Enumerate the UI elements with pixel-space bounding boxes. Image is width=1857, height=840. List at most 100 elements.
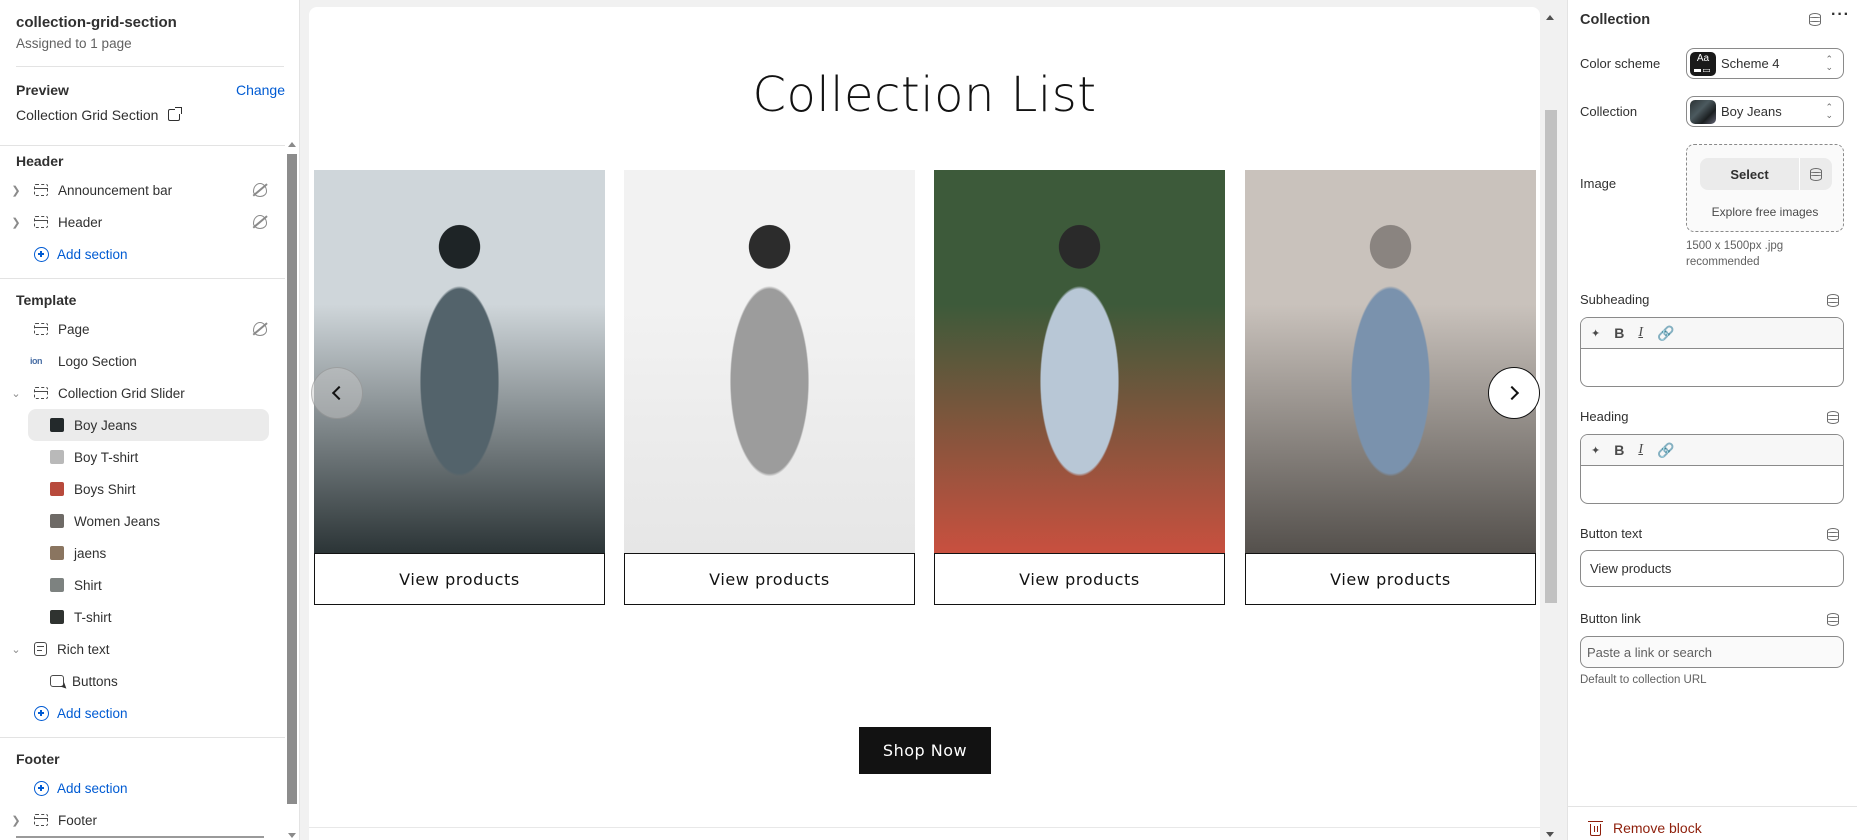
select-arrows-icon: ⌃ ⌄: [1825, 102, 1833, 120]
scroll-up-arrow-icon[interactable]: [288, 142, 296, 147]
add-section-header[interactable]: Add section: [0, 238, 285, 270]
block-item[interactable]: T-shirt: [0, 601, 285, 633]
eye-hidden-icon[interactable]: [253, 215, 267, 229]
section-logo[interactable]: ion Logo Section: [0, 345, 285, 377]
remove-block-button[interactable]: Remove block: [1588, 820, 1702, 836]
block-item[interactable]: Boy T-shirt: [0, 441, 285, 473]
section-header[interactable]: ❯ Header: [0, 206, 285, 238]
image-dynamic-source-button[interactable]: [1800, 158, 1832, 190]
section-label: Logo Section: [58, 353, 137, 369]
change-preview-link[interactable]: Change: [236, 82, 285, 98]
scroll-up-arrow-icon[interactable]: [1546, 15, 1554, 20]
button-link-note: Default to collection URL: [1580, 674, 1707, 686]
block-list: Boy Jeans Boy T-shirt Boys Shirt Women Jean…: [0, 409, 285, 633]
color-scheme-value: Scheme 4: [1721, 56, 1780, 71]
chevron-down-icon[interactable]: ⌄: [0, 643, 22, 656]
more-options-icon[interactable]: ···: [1831, 6, 1850, 24]
scroll-down-arrow-icon[interactable]: [288, 833, 296, 838]
scrollbar-thumb[interactable]: [287, 154, 297, 804]
button-link-input[interactable]: Paste a link or search: [1580, 636, 1844, 668]
section-announcement-bar[interactable]: ❯ Announcement bar: [0, 174, 285, 206]
slider-next-button[interactable]: [1488, 367, 1540, 419]
section-icon: [34, 323, 48, 335]
dynamic-source-icon[interactable]: [1827, 411, 1839, 424]
scroll-down-arrow-icon[interactable]: [1546, 832, 1554, 837]
plus-circle-icon: [34, 705, 49, 721]
view-products-button[interactable]: View products: [934, 553, 1225, 605]
block-buttons[interactable]: Buttons: [0, 665, 285, 697]
preview-page-link[interactable]: Collection Grid Section: [16, 107, 269, 123]
explore-free-images-link[interactable]: Explore free images: [1687, 205, 1843, 219]
view-products-button[interactable]: View products: [1245, 553, 1536, 605]
italic-icon[interactable]: I: [1638, 325, 1643, 341]
select-arrows-icon: ⌃ ⌄: [1825, 54, 1833, 72]
dynamic-source-icon[interactable]: [1827, 294, 1839, 307]
heading-content[interactable]: [1581, 466, 1843, 503]
add-section-footer[interactable]: Add section: [0, 772, 285, 804]
block-thumbnail: [50, 546, 64, 560]
heading-editor[interactable]: ✦ B I 🔗: [1580, 434, 1844, 504]
collection-image[interactable]: [624, 170, 915, 554]
block-item[interactable]: jaens: [0, 537, 285, 569]
image-select-group: Select: [1700, 158, 1832, 190]
section-rich-text[interactable]: ⌄ Rich text: [0, 633, 285, 665]
shop-now-button[interactable]: Shop Now: [859, 727, 991, 774]
block-item[interactable]: Women Jeans: [0, 505, 285, 537]
button-text-label: Button text: [1580, 526, 1643, 541]
preview-section: Preview Change Collection Grid Section: [0, 67, 285, 123]
block-item[interactable]: Boy Jeans: [28, 409, 269, 441]
block-item[interactable]: Boys Shirt: [0, 473, 285, 505]
section-page[interactable]: Page: [0, 313, 285, 345]
group-title-template: Template: [16, 292, 77, 308]
italic-icon[interactable]: I: [1638, 442, 1643, 458]
ai-sparkle-icon[interactable]: ✦: [1591, 444, 1600, 457]
collection-image[interactable]: [934, 170, 1225, 554]
collection-image[interactable]: [314, 170, 605, 554]
slider-prev-button[interactable]: [311, 367, 363, 419]
section-icon: [34, 216, 48, 228]
subheading-content[interactable]: [1581, 349, 1843, 386]
chevron-down-icon[interactable]: ⌄: [0, 387, 22, 400]
external-link-icon[interactable]: [168, 107, 183, 121]
button-text-input[interactable]: View products: [1580, 550, 1844, 587]
view-products-button[interactable]: View products: [314, 553, 605, 605]
eye-hidden-icon[interactable]: [253, 322, 267, 336]
sidebar-scrollbar[interactable]: [286, 140, 298, 840]
dynamic-source-icon[interactable]: [1827, 528, 1839, 541]
chevron-right-icon[interactable]: ❯: [0, 814, 22, 827]
section-footer[interactable]: ❯ Footer: [0, 804, 285, 836]
eye-hidden-icon[interactable]: [253, 183, 267, 197]
image-select-button[interactable]: Select: [1700, 158, 1800, 190]
preview-scrollbar[interactable]: [1543, 7, 1557, 840]
divider: [1568, 806, 1857, 807]
collection-image[interactable]: [1245, 170, 1536, 554]
chevron-right-icon: [1504, 385, 1520, 401]
bold-icon[interactable]: B: [1614, 442, 1624, 458]
dynamic-source-icon[interactable]: [1809, 13, 1821, 26]
collection-select[interactable]: Boy Jeans ⌃ ⌄: [1686, 96, 1844, 127]
left-sidebar: collection-grid-section Assigned to 1 pa…: [0, 0, 300, 840]
subheading-editor[interactable]: ✦ B I 🔗: [1580, 317, 1844, 387]
dynamic-source-icon[interactable]: [1827, 613, 1839, 626]
chevron-right-icon[interactable]: ❯: [0, 216, 22, 229]
section-label: Rich text: [57, 641, 110, 657]
ai-sparkle-icon[interactable]: ✦: [1591, 327, 1600, 340]
link-icon[interactable]: 🔗: [1657, 442, 1674, 459]
section-label: Page: [58, 321, 90, 337]
bold-icon[interactable]: B: [1614, 325, 1624, 341]
collection-card[interactable]: View products: [624, 170, 915, 612]
divider: [0, 737, 285, 738]
scrollbar-thumb[interactable]: [1545, 110, 1557, 603]
color-scheme-select[interactable]: Aa Scheme 4 ⌃ ⌄: [1686, 48, 1844, 79]
section-collection-grid-slider[interactable]: ⌄ Collection Grid Slider: [0, 377, 285, 409]
image-picker: Select Explore free images: [1686, 144, 1844, 232]
block-label: jaens: [74, 545, 107, 561]
block-item[interactable]: Shirt: [0, 569, 285, 601]
collection-card[interactable]: View products: [934, 170, 1225, 612]
section-icon: [34, 184, 48, 196]
link-icon[interactable]: 🔗: [1657, 325, 1674, 342]
view-products-button[interactable]: View products: [624, 553, 915, 605]
add-section-template[interactable]: Add section: [0, 697, 285, 729]
chevron-right-icon[interactable]: ❯: [0, 184, 22, 197]
block-thumbnail: [50, 418, 64, 432]
